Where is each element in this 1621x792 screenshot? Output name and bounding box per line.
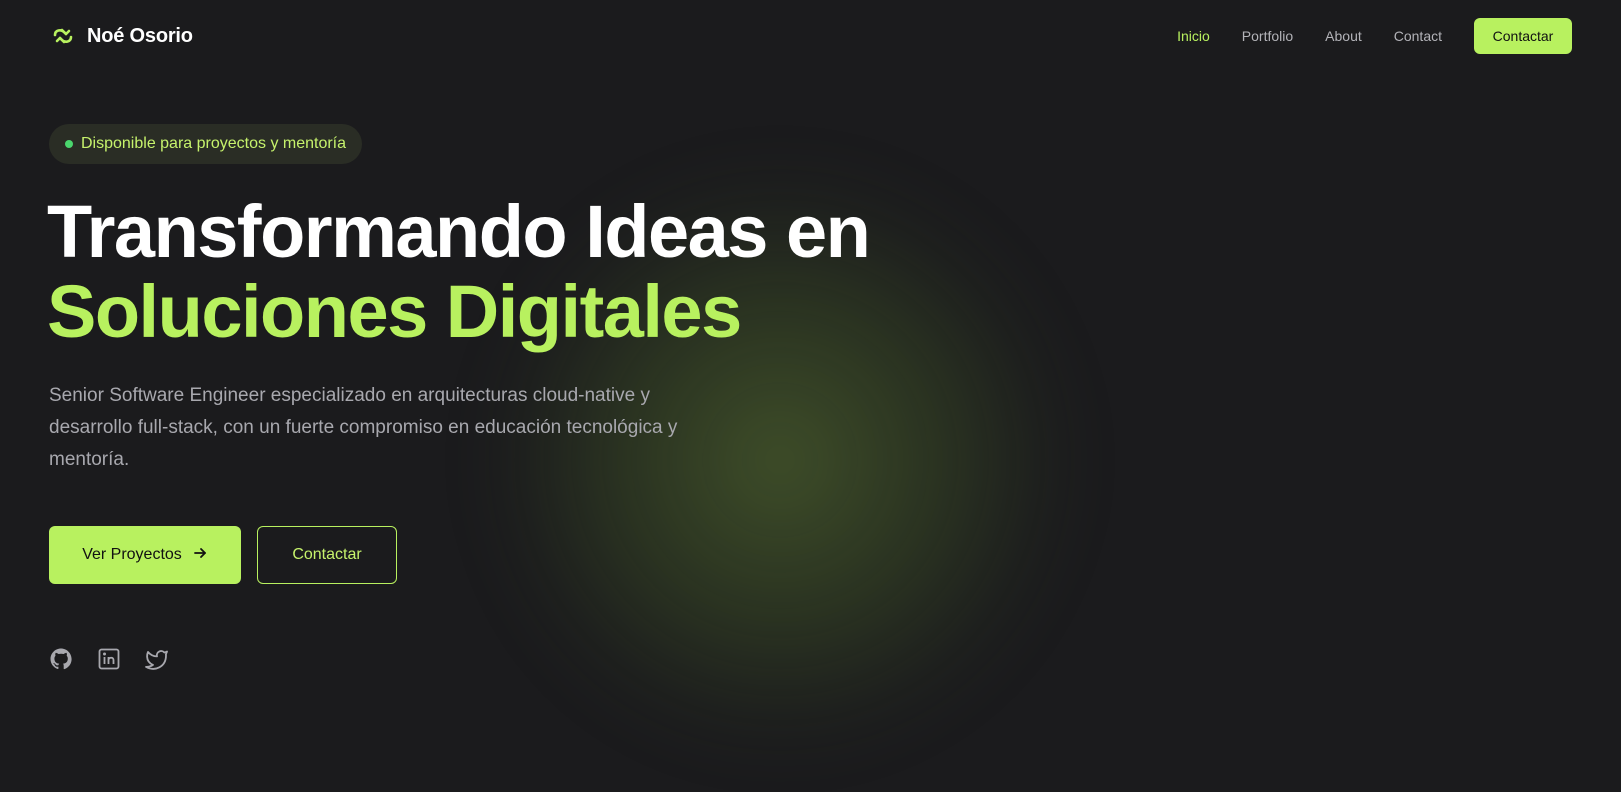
github-icon[interactable] bbox=[49, 647, 73, 671]
hero-description: Senior Software Engineer especializado e… bbox=[49, 385, 678, 470]
nav-link-contact[interactable]: Contact bbox=[1394, 28, 1442, 44]
nav-link-about[interactable]: About bbox=[1325, 28, 1362, 44]
refresh-arrows-icon bbox=[49, 22, 77, 50]
nav-link-inicio[interactable]: Inicio bbox=[1177, 28, 1210, 44]
hero-title: Transformando Ideas en Soluciones Digita… bbox=[47, 190, 871, 353]
availability-text: Disponible para proyectos y mentoría bbox=[81, 135, 347, 152]
contactar-nav-button[interactable]: Contactar bbox=[1474, 18, 1572, 54]
availability-badge: Disponible para proyectos y mentoría bbox=[49, 124, 363, 164]
social-links bbox=[49, 647, 169, 671]
main-nav: Inicio Portfolio About Contact Contactar bbox=[1145, 18, 1572, 54]
brand-name: Noé Osorio bbox=[87, 24, 193, 47]
status-dot-icon bbox=[65, 140, 73, 148]
arrow-right-icon bbox=[192, 545, 208, 566]
twitter-icon[interactable] bbox=[145, 647, 169, 671]
ver-proyectos-label: Ver Proyectos bbox=[82, 546, 182, 563]
hero-title-line2: Soluciones Digitales bbox=[47, 270, 742, 353]
page: Noé Osorio Inicio Portfolio About Contac… bbox=[0, 0, 1621, 792]
ver-proyectos-button[interactable]: Ver Proyectos bbox=[49, 526, 241, 584]
nav-link-portfolio[interactable]: Portfolio bbox=[1242, 28, 1293, 44]
site-header: Noé Osorio Inicio Portfolio About Contac… bbox=[0, 0, 1621, 72]
linkedin-icon[interactable] bbox=[97, 647, 121, 671]
hero-title-line1: Transformando Ideas en bbox=[47, 190, 871, 273]
contactar-button[interactable]: Contactar bbox=[257, 526, 397, 584]
brand[interactable]: Noé Osorio bbox=[49, 22, 193, 50]
